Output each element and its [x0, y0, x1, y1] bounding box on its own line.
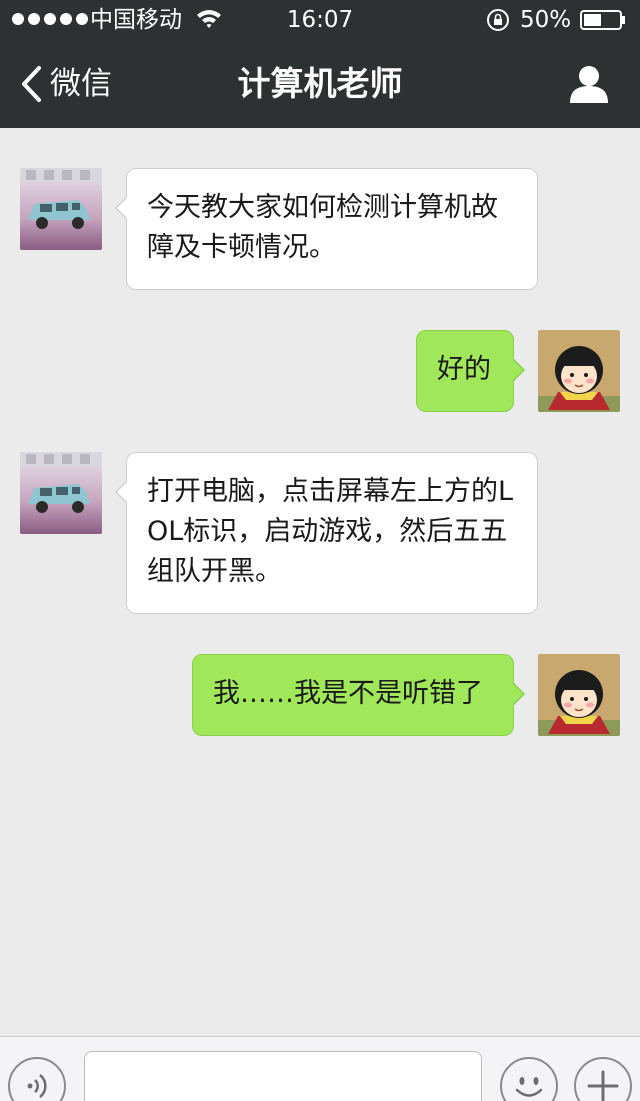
message-bubble[interactable]: 打开电脑，点击屏幕左上方的LOL标识，启动游戏，然后五五组队开黑。 — [115, 452, 538, 614]
emoji-icon — [515, 1077, 543, 1097]
rotation-lock-icon — [487, 9, 509, 31]
teacher-avatar[interactable] — [20, 168, 102, 250]
message-bubble[interactable]: 好的 — [416, 330, 525, 412]
nav-bar: 微信 计算机老师 — [0, 40, 640, 128]
plus-icon — [587, 1070, 619, 1101]
emoji-button[interactable] — [500, 1057, 558, 1101]
top-bar: 中国移动 16:07 50% 微信 计算机老师 — [0, 0, 640, 128]
battery-icon — [580, 10, 625, 30]
message-bubble[interactable]: 我……我是不是听错了 — [192, 654, 525, 736]
battery-percent: 50% — [520, 7, 572, 33]
user-avatar[interactable] — [538, 330, 620, 412]
page-title: 计算机老师 — [237, 64, 403, 103]
voice-icon — [27, 1074, 47, 1098]
chat-screen: 中国移动 16:07 50% 微信 计算机老师 今天教大家如何检测计算机故障及卡… — [0, 0, 640, 1101]
message-bubble[interactable]: 今天教大家如何检测计算机故障及卡顿情况。 — [115, 168, 538, 290]
input-bar — [0, 1036, 640, 1101]
status-bar: 中国移动 16:07 50% — [0, 0, 640, 40]
profile-icon[interactable] — [568, 64, 610, 104]
voice-button[interactable] — [8, 1057, 66, 1101]
teacher-avatar[interactable] — [20, 452, 102, 534]
message-input[interactable] — [84, 1051, 482, 1101]
more-button[interactable] — [574, 1057, 632, 1101]
user-avatar[interactable] — [538, 654, 620, 736]
